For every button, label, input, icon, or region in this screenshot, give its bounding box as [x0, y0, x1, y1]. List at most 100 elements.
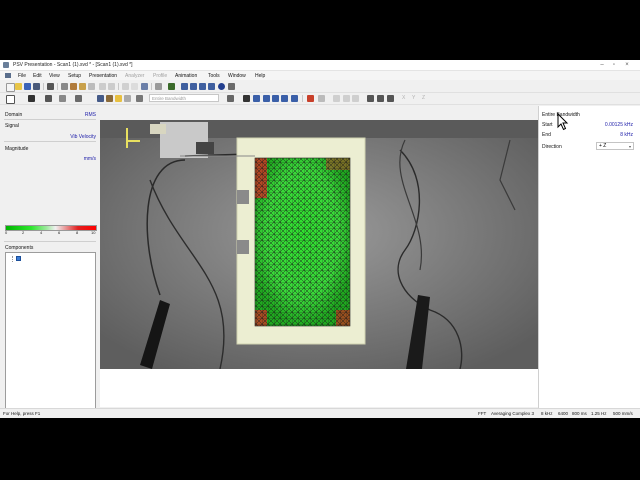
minimize-button[interactable]: – [597, 61, 607, 69]
chart-icon[interactable] [106, 95, 113, 102]
frame-icon[interactable] [6, 95, 15, 104]
cut-icon[interactable] [61, 83, 68, 90]
colorbar-tick: 4 [40, 230, 43, 235]
undo-icon[interactable] [99, 83, 106, 90]
context-help-icon[interactable] [228, 83, 235, 90]
menu-view[interactable]: View [49, 73, 60, 79]
animate-icon[interactable] [367, 95, 374, 102]
domain-value[interactable]: RMS [85, 112, 96, 118]
menu-analyzer[interactable]: Analyzer [125, 73, 144, 79]
close-button[interactable]: × [622, 61, 632, 69]
record-icon[interactable] [155, 83, 162, 90]
axis-y-button[interactable]: Y [412, 95, 415, 101]
status-time: 800 ms [572, 411, 587, 416]
scale-icon[interactable] [318, 95, 325, 102]
menu-tools[interactable]: Tools [208, 73, 220, 79]
document-icon[interactable] [5, 73, 11, 78]
help-icon[interactable] [218, 83, 225, 90]
print-icon[interactable] [47, 83, 54, 90]
status-bandwidth: 8 kHz [541, 411, 553, 416]
pin-icon[interactable] [227, 95, 234, 102]
filter-icon[interactable] [168, 83, 175, 90]
axis-z-button[interactable]: Z [422, 95, 425, 101]
fit-icon[interactable] [291, 95, 298, 102]
delete-icon[interactable] [88, 83, 95, 90]
measure-icon[interactable] [307, 95, 314, 102]
menu-setup[interactable]: Setup [68, 73, 81, 79]
disabled-tool-icon[interactable] [131, 83, 138, 90]
end-value[interactable]: 8 kHz [620, 132, 633, 138]
bandwidth-combo[interactable]: Entire Bandwidth [149, 94, 219, 102]
status-averaging: Averaging Complex 3 [491, 411, 534, 416]
open-folder-icon[interactable] [15, 83, 22, 90]
toolbar-view: Entire Bandwidth X Y Z [0, 93, 640, 105]
copy-icon[interactable] [70, 83, 77, 90]
colorbar-tick: 2 [22, 230, 25, 235]
pointer-icon[interactable] [141, 83, 148, 90]
scan-video-frame [100, 120, 538, 369]
step-back-icon[interactable] [343, 95, 350, 102]
direction-label: Direction [542, 144, 562, 150]
signal-value[interactable]: Vib Velocity [70, 134, 96, 140]
zoom-in-icon[interactable] [272, 95, 279, 102]
status-lines: 6400 [558, 411, 569, 416]
blank-tool-icon[interactable] [124, 95, 131, 102]
direction-value: + Z [599, 143, 607, 149]
menu-file[interactable]: File [18, 73, 26, 79]
psv-app-window: PSV Presentation - Scan1 (1).svd * - [Sc… [0, 60, 640, 418]
menu-window[interactable]: Window [228, 73, 246, 79]
start-label: Start [542, 122, 553, 128]
step-forward-icon[interactable] [352, 95, 359, 102]
layout-icon[interactable] [199, 83, 206, 90]
component-checkbox[interactable] [16, 256, 21, 261]
video-viewport[interactable] [100, 120, 538, 369]
menu-edit[interactable]: Edit [33, 73, 42, 79]
wave-icon[interactable] [136, 95, 143, 102]
align-icon[interactable] [59, 95, 66, 102]
right-panel: Entire Bandwidth Start 0.00125 kHz End 8… [538, 106, 640, 408]
domain-label: Domain [5, 112, 23, 118]
magnitude-label: Magnitude [5, 146, 29, 152]
direction-select[interactable]: + Z ▾ [596, 142, 634, 150]
colorbar-tick: 0 [5, 230, 8, 235]
new-file-icon[interactable] [6, 83, 15, 92]
link-icon[interactable] [28, 95, 35, 102]
zoom-icon[interactable] [263, 95, 270, 102]
3d-view-icon[interactable] [115, 95, 122, 102]
toolbar-main [0, 81, 640, 93]
components-tree[interactable] [5, 252, 96, 418]
menu-profile[interactable]: Profile [153, 73, 167, 79]
animate-phase-icon[interactable] [377, 95, 384, 102]
rotate-icon[interactable] [253, 95, 260, 102]
paste-icon[interactable] [79, 83, 86, 90]
save-icon[interactable] [24, 83, 31, 90]
window-icon[interactable] [208, 83, 215, 90]
menu-animation[interactable]: Animation [175, 73, 197, 79]
status-bar: For Help, press F1 FFT Averaging Complex… [0, 408, 640, 418]
menu-bar: File Edit View Setup Presentation Analyz… [0, 71, 640, 80]
axis-x-button[interactable]: X [402, 95, 405, 101]
magnitude-unit: mm/s [83, 156, 96, 162]
menu-presentation[interactable]: Presentation [89, 73, 117, 79]
select-cursor-icon[interactable] [243, 95, 250, 102]
chevron-down-icon: ▾ [628, 144, 631, 149]
tool-icon[interactable] [122, 83, 129, 90]
menu-help[interactable]: Help [255, 73, 265, 79]
bottom-blank-area [100, 369, 538, 407]
start-value[interactable]: 0.00125 kHz [605, 122, 633, 128]
arrange-icon[interactable] [45, 95, 52, 102]
table-icon[interactable] [97, 95, 104, 102]
status-help: For Help, press F1 [3, 411, 41, 416]
animate-mode-icon[interactable] [387, 95, 394, 102]
pan-icon[interactable] [281, 95, 288, 102]
info-icon[interactable] [33, 83, 40, 90]
redo-icon[interactable] [108, 83, 115, 90]
settings-icon[interactable] [75, 95, 82, 102]
grid-view-icon[interactable] [190, 83, 197, 90]
title-bar: PSV Presentation - Scan1 (1).svd * - [Sc… [0, 60, 640, 71]
signal-label: Signal [5, 123, 19, 129]
play-icon[interactable] [333, 95, 340, 102]
status-resolution: 1.25 Hz [591, 411, 607, 416]
display-icon[interactable] [181, 83, 188, 90]
restore-button[interactable]: ▫ [609, 61, 619, 69]
